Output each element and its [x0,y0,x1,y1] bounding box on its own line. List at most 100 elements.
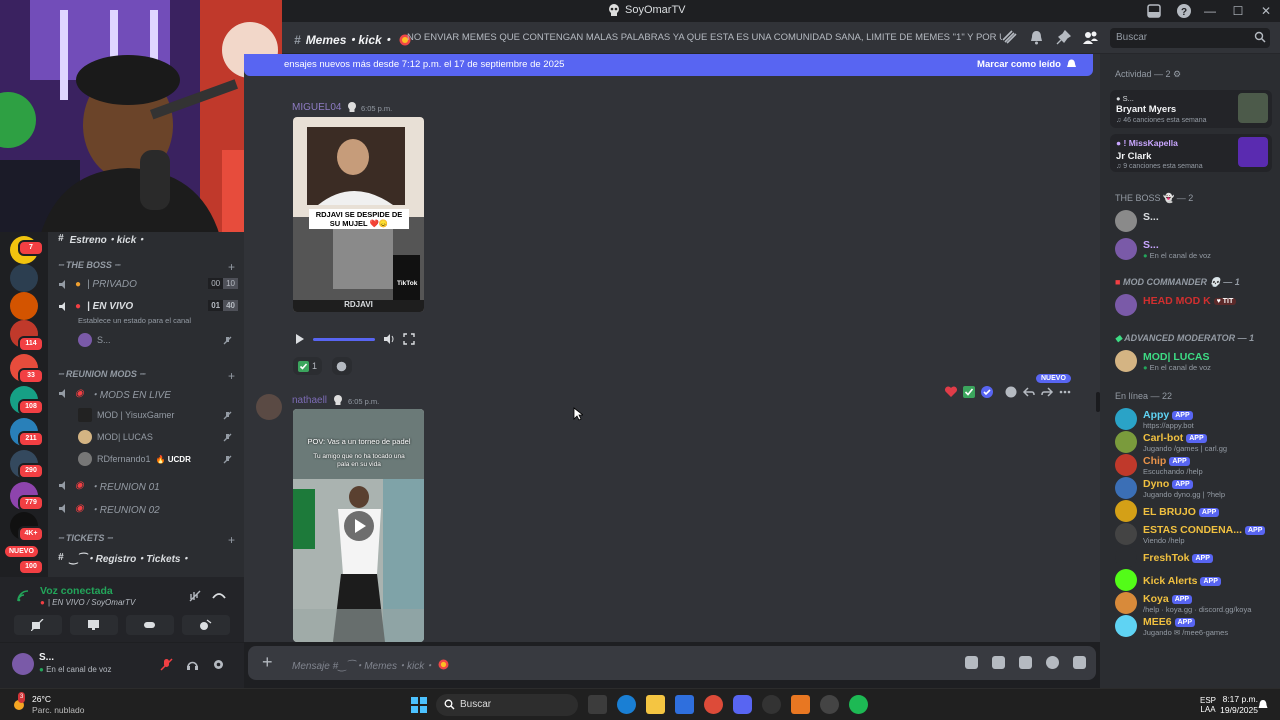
input-language[interactable]: ESP LAA [1200,696,1216,714]
emoji-picker-icon[interactable] [1046,656,1059,669]
member-item[interactable]: HEAD MOD K ♥ TIT [1115,292,1275,318]
reply-icon[interactable] [1022,385,1036,399]
video-attachment[interactable]: POV: Vas a un torneo de padel Tu amigo q… [293,409,424,642]
headphones-icon[interactable] [186,658,199,671]
taskbar-search[interactable]: Buscar [436,694,578,716]
discord-icon[interactable] [733,695,752,714]
member-scrollbar[interactable] [1272,54,1276,688]
inbox-icon[interactable] [1146,3,1162,19]
channel-topic[interactable]: NO ENVIAR MEMES QUE CONTENGAN MALAS PALA… [407,32,1002,43]
message-author[interactable]: nathaell [292,395,327,406]
voice-user[interactable]: MOD | YisuxGamer [78,406,174,424]
voice-user[interactable]: RDfernando1 🔥 UCDR [78,450,191,468]
forward-icon[interactable] [1040,385,1054,399]
member-item[interactable]: MEE6 APP Jugando ✉ /mee6-games [1115,613,1275,639]
category-reunion-mods[interactable]: ┈ REUNION MODS ┈ + [58,369,235,383]
windows-start-icon[interactable] [411,697,427,713]
voice-user[interactable]: MOD| LUCAS [78,428,153,446]
category-tickets[interactable]: ┈ TICKETS ┈ + [58,533,235,547]
obs-icon[interactable] [762,695,781,714]
channel-status-hint[interactable]: Establece un estado para el canal [78,316,191,325]
weather-widget[interactable]: 3 26°C Parc. nublado [10,692,84,716]
add-attachment-button[interactable]: + [262,653,273,671]
minimize-button[interactable]: — [1196,0,1224,22]
add-reaction-button[interactable] [332,357,352,375]
apps-gamepad-icon[interactable] [1073,656,1086,669]
voice-channel-privado[interactable]: ● | PRIVADO 00 10 [58,274,238,294]
heart-reaction-icon[interactable] [944,385,958,399]
avatar[interactable] [256,394,282,420]
member-list-icon[interactable] [1083,30,1098,45]
pin-icon[interactable] [1056,30,1071,45]
notification-bell-icon[interactable] [1029,30,1044,45]
noise-suppression-icon[interactable] [188,589,202,603]
member-item[interactable]: S... ● En el canal de voz [1115,236,1275,262]
gift-icon[interactable] [965,656,978,669]
new-servers-pill[interactable]: NUEVO [5,546,38,557]
system-clock[interactable]: 8:17 p.m. 19/9/2025 [1220,694,1258,716]
app-icon[interactable] [820,695,839,714]
chrome-icon[interactable] [704,695,723,714]
settings-gear-icon[interactable] [212,658,225,671]
voice-channel-mods-en-live[interactable]: ◉ ・MODS EN LIVE [58,383,238,403]
help-icon[interactable]: ? [1176,3,1192,19]
reaction-check[interactable]: 1 [293,357,323,375]
volume-icon[interactable] [383,333,395,345]
notification-icon[interactable] [1257,699,1269,711]
voice-channel-link[interactable]: ● | EN VIVO / SoyOmarTV [40,598,135,607]
verified-reaction-icon[interactable] [980,385,994,399]
app-icon[interactable] [791,695,810,714]
store-icon[interactable] [675,695,694,714]
soundboard-button[interactable] [182,615,230,635]
title-bar: SoyOmarTV ? — ☐ ✕ [282,0,1280,22]
close-button[interactable]: ✕ [1252,0,1280,22]
settings-gear-icon[interactable]: ⚙ [1173,69,1181,79]
gif-icon[interactable] [992,656,1005,669]
check-reaction-icon[interactable] [962,385,976,399]
voice-channel-reunion-02[interactable]: ◉ ・REUNION 02 [58,498,238,518]
screen-share-button[interactable] [70,615,118,635]
mark-as-read-button[interactable]: Marcar como leído [977,59,1077,70]
voice-channel-reunion-01[interactable]: ◉ ・REUNION 01 [58,475,238,495]
task-view-icon[interactable] [588,695,607,714]
voice-user[interactable]: S... [78,331,111,349]
maximize-button[interactable]: ☐ [1224,0,1252,22]
fullscreen-icon[interactable] [403,333,415,345]
new-messages-bar[interactable]: ensajes nuevos más desde 7:12 p.m. el 17… [244,54,1093,76]
edge-browser-icon[interactable] [617,695,636,714]
server-icon[interactable] [10,292,38,320]
activity-button[interactable] [126,615,174,635]
mic-muted-icon[interactable] [160,658,173,671]
add-channel-icon[interactable]: + [228,260,235,274]
channel-item-estreno[interactable]: # Estreno・kick・ [58,232,238,248]
add-channel-icon[interactable]: + [228,533,235,547]
message-input[interactable]: + Mensaje #‿⁀・Memes・kick・ [248,646,1096,680]
more-options-icon[interactable] [1058,385,1072,399]
video-attachment[interactable]: RDJAVI SE DESPIDE DE SU MUJEL ❤️😞 TikTok… [293,117,424,312]
member-name: Kick Alerts APP [1143,575,1221,587]
add-reaction-icon[interactable] [1004,385,1018,399]
camera-button[interactable] [14,615,62,635]
member-item[interactable]: MOD| LUCAS ● En el canal de voz [1115,348,1275,374]
activity-card[interactable]: ● S... Bryant Myers ♫ 46 canciones esta … [1110,90,1272,128]
voice-connection-panel: Voz conectada ● | EN VIVO / SoyOmarTV [0,577,244,642]
server-icon[interactable] [10,264,38,292]
voice-channel-en-vivo[interactable]: ● | EN VIVO 01 40 [58,296,238,316]
sticker-icon[interactable] [1019,656,1032,669]
avatar[interactable] [12,653,34,675]
channel-item-registro-tickets[interactable]: # ‿⁀・Registro・Tickets・ [58,547,238,567]
play-icon[interactable] [293,333,305,345]
activity-card[interactable]: ● ! MissKapella Jr Clark ♫ 9 canciones e… [1110,134,1272,172]
video-progress-bar[interactable] [313,337,375,341]
member-item[interactable]: S... [1115,208,1275,234]
add-channel-icon[interactable]: + [228,369,235,383]
threads-icon[interactable] [1002,30,1017,45]
server-badge: 114 [18,336,44,352]
spotify-icon[interactable] [849,695,868,714]
search-input[interactable]: Buscar [1110,28,1270,48]
message-author[interactable]: MIGUEL04 [292,102,341,113]
play-button-icon[interactable] [343,510,375,542]
file-explorer-icon[interactable] [646,695,665,714]
category-the-boss[interactable]: ┈ THE BOSS ┈ + [58,260,235,274]
disconnect-icon[interactable] [212,589,226,603]
